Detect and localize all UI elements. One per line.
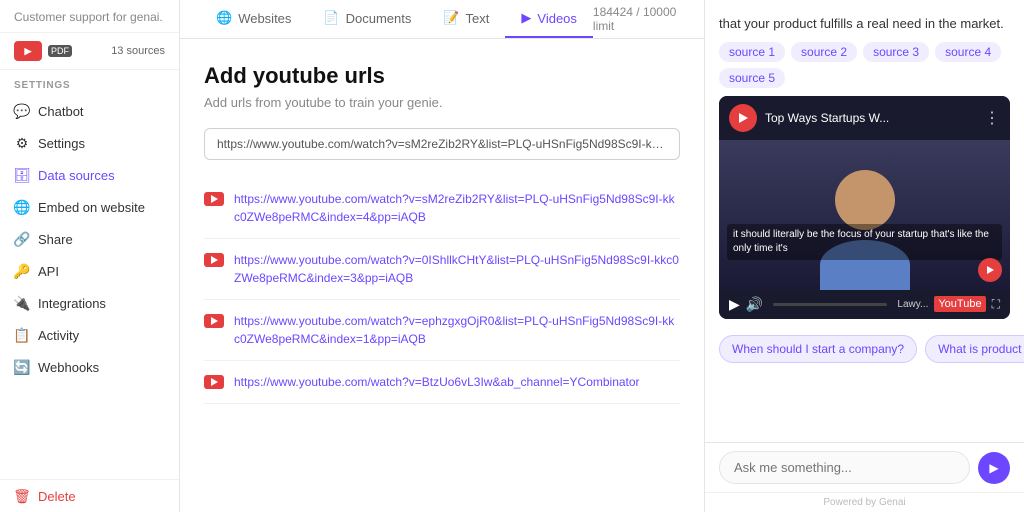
activity-icon: 📋	[14, 327, 30, 343]
chat-input-bar	[705, 442, 1024, 492]
channel-label: Lawy...	[897, 299, 928, 310]
tab-websites[interactable]: 🌐 Websites	[200, 0, 307, 38]
brand-yt-icon: ▶	[14, 41, 42, 61]
list-item: https://www.youtube.com/watch?v=0IShllkC…	[204, 239, 680, 300]
chat-response-text: that your product fulfills a real need i…	[705, 0, 1024, 42]
person-face	[835, 170, 895, 230]
video-thumbnail: it should literally be the focus of your…	[719, 140, 1010, 290]
list-item: https://www.youtube.com/watch?v=ephzgxgO…	[204, 300, 680, 361]
content-area: Add youtube urls Add urls from youtube t…	[180, 39, 704, 512]
url-list: https://www.youtube.com/watch?v=sM2reZib…	[204, 178, 680, 404]
sidebar-item-webhooks[interactable]: 🔄 Webhooks	[0, 351, 179, 383]
list-item: https://www.youtube.com/watch?v=sM2reZib…	[204, 178, 680, 239]
url-link-2[interactable]: https://www.youtube.com/watch?v=0IShllkC…	[234, 251, 680, 287]
brand-bar: ▶ PDF 13 sources	[0, 33, 179, 70]
sidebar-item-label: Chatbot	[38, 104, 84, 119]
sidebar-item-chatbot[interactable]: 💬 Chatbot	[0, 95, 179, 127]
main-content: 🌐 Websites 📄 Documents 📝 Text ▶ Videos 1…	[180, 0, 704, 512]
sidebar-item-delete[interactable]: 🗑 Delete	[0, 479, 179, 512]
documents-tab-icon: 📄	[323, 10, 339, 26]
source-link-5[interactable]: source 5	[719, 68, 785, 88]
volume-button[interactable]: 🔊	[746, 296, 763, 313]
suggested-questions: When should I start a company? What is p…	[705, 327, 1024, 371]
webhooks-icon: 🔄	[14, 359, 30, 375]
tab-text[interactable]: 📝 Text	[427, 0, 505, 38]
settings-section-label: SETTINGS	[0, 70, 179, 95]
sidebar-item-label: Activity	[38, 328, 79, 343]
url-link-3[interactable]: https://www.youtube.com/watch?v=ephzgxgO…	[234, 312, 680, 348]
brand-pdf-icon: PDF	[48, 45, 72, 57]
suggested-q-2[interactable]: What is product market f...	[925, 335, 1024, 363]
url-link-4[interactable]: https://www.youtube.com/watch?v=BtzUo6vL…	[234, 373, 640, 391]
suggested-q-1[interactable]: When should I start a company?	[719, 335, 917, 363]
videos-tab-icon: ▶	[521, 10, 531, 26]
sidebar-item-label: Embed on website	[38, 200, 145, 215]
tab-videos[interactable]: ▶ Videos	[505, 0, 593, 38]
youtube-icon-3	[204, 314, 224, 328]
sources-count: 13 sources	[111, 45, 165, 57]
sidebar: Customer support for genai. ▶ PDF 13 sou…	[0, 0, 180, 512]
video-menu-icon[interactable]: ⋮	[984, 108, 1000, 128]
chat-panel: that your product fulfills a real need i…	[704, 0, 1024, 512]
video-title: Top Ways Startups W...	[765, 111, 976, 125]
video-yt-logo	[729, 104, 757, 132]
sidebar-item-embed[interactable]: 🌐 Embed on website	[0, 191, 179, 223]
websites-tab-icon: 🌐	[216, 10, 232, 26]
video-controls: ▶ 🔊 Lawy... YouTube ⛶	[719, 290, 1010, 319]
page-title: Add youtube urls	[204, 63, 680, 89]
sidebar-item-activity[interactable]: 📋 Activity	[0, 319, 179, 351]
chatbot-icon: 💬	[14, 103, 30, 119]
sidebar-item-label: Data sources	[38, 168, 115, 183]
list-item: https://www.youtube.com/watch?v=BtzUo6vL…	[204, 361, 680, 404]
share-icon: 🔗	[14, 231, 30, 247]
youtube-icon-1	[204, 192, 224, 206]
url-link-1[interactable]: https://www.youtube.com/watch?v=sM2reZib…	[234, 190, 680, 226]
sidebar-item-settings[interactable]: ⚙ Settings	[0, 127, 179, 159]
sidebar-item-data-sources[interactable]: 🗄 Data sources	[0, 159, 179, 191]
delete-icon: 🗑	[14, 488, 30, 504]
limit-badge: 184424 / 10000 limit	[593, 1, 684, 37]
app-subtitle: Customer support for genai.	[0, 0, 179, 33]
video-header: Top Ways Startups W... ⋮	[719, 96, 1010, 140]
sidebar-item-share[interactable]: 🔗 Share	[0, 223, 179, 255]
youtube-icon-4	[204, 375, 224, 389]
source-link-1[interactable]: source 1	[719, 42, 785, 62]
video-corner-yt-icon	[978, 258, 1002, 282]
source-link-3[interactable]: source 3	[863, 42, 929, 62]
powered-by: Powered by Genai	[705, 492, 1024, 512]
source-links: source 1 source 2 source 3 source 4 sour…	[705, 42, 1024, 96]
text-tab-icon: 📝	[443, 10, 459, 26]
tab-documents[interactable]: 📄 Documents	[307, 0, 427, 38]
video-container: Top Ways Startups W... ⋮ it should liter…	[719, 96, 1010, 319]
data-sources-icon: 🗄	[14, 167, 30, 183]
url-input-value: https://www.youtube.com/watch?v=sM2reZib…	[217, 137, 667, 151]
page-subtitle: Add urls from youtube to train your geni…	[204, 95, 680, 110]
api-icon: 🔑	[14, 263, 30, 279]
video-person-bg	[719, 140, 1010, 290]
embed-icon: 🌐	[14, 199, 30, 215]
send-button[interactable]	[978, 452, 1010, 484]
delete-label: Delete	[38, 489, 76, 504]
integrations-icon: 🔌	[14, 295, 30, 311]
url-input-bar[interactable]: https://www.youtube.com/watch?v=sM2reZib…	[204, 128, 680, 160]
video-overlay-text: it should literally be the focus of your…	[727, 224, 1002, 260]
expand-button[interactable]: ⛶	[992, 297, 1000, 312]
progress-bar[interactable]	[773, 303, 887, 306]
youtube-label: YouTube	[934, 296, 985, 312]
sidebar-item-api[interactable]: 🔑 API	[0, 255, 179, 287]
settings-icon: ⚙	[14, 135, 30, 151]
play-button[interactable]: ▶	[729, 296, 740, 313]
youtube-icon-2	[204, 253, 224, 267]
sidebar-item-label: Share	[38, 232, 73, 247]
sidebar-item-label: Webhooks	[38, 360, 99, 375]
sidebar-item-label: API	[38, 264, 59, 279]
chat-input[interactable]	[719, 451, 970, 484]
source-link-2[interactable]: source 2	[791, 42, 857, 62]
source-link-4[interactable]: source 4	[935, 42, 1001, 62]
sidebar-item-label: Integrations	[38, 296, 106, 311]
tabs-bar: 🌐 Websites 📄 Documents 📝 Text ▶ Videos 1…	[180, 0, 704, 39]
sidebar-item-label: Settings	[38, 136, 85, 151]
sidebar-item-integrations[interactable]: 🔌 Integrations	[0, 287, 179, 319]
